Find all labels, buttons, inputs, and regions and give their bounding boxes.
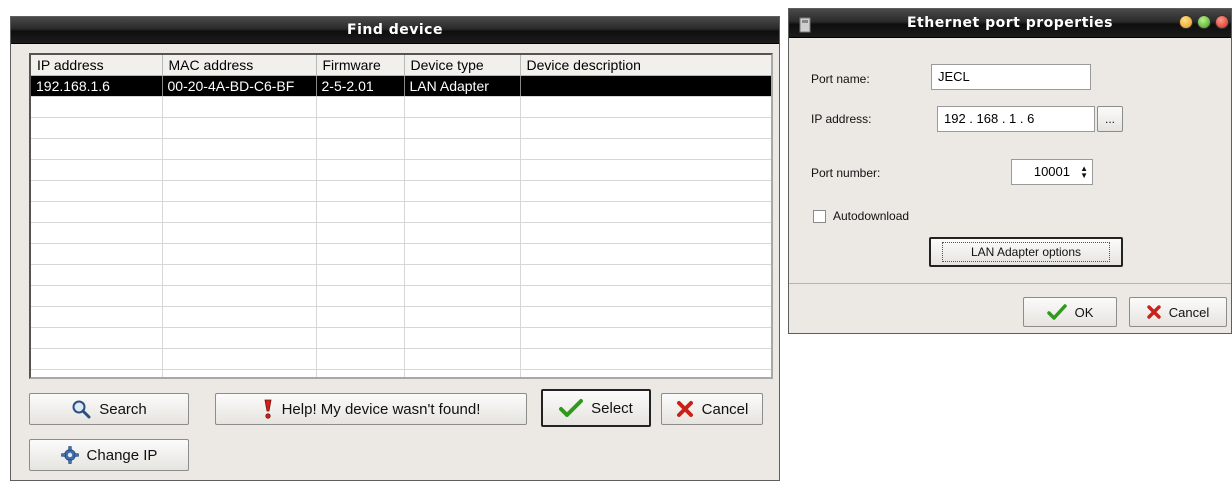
green-check-icon [559,398,584,418]
port-number-spinner[interactable]: 10001 ▲ ▼ [1011,159,1093,185]
empty-row [31,222,771,244]
exclamation-icon [262,398,274,420]
gear-icon [60,446,79,464]
empty-row [31,264,771,286]
magnifier-icon [71,399,91,419]
lan-adapter-options-label: LAN Adapter options [941,242,1111,262]
lan-adapter-options-button[interactable]: LAN Adapter options [929,237,1123,267]
column-header-firmware[interactable]: Firmware [316,55,405,76]
empty-row [31,159,771,181]
red-x-icon [676,400,694,418]
spinner-arrows-icon[interactable]: ▲ ▼ [1080,165,1088,180]
cancel-label: Cancel [701,400,749,418]
find-device-titlebar[interactable]: Find device [11,17,779,44]
divider [789,283,1231,284]
ethernet-port-properties-window: Ethernet port properties Port name: JECL… [788,8,1232,334]
empty-row [31,243,771,265]
ok-button[interactable]: OK [1023,297,1117,327]
port-name-input[interactable]: JECL [931,64,1091,90]
empty-row [31,96,771,118]
table-header-row: IP address MAC address Firmware Device t… [31,55,771,76]
empty-row [31,306,771,328]
close-icon[interactable] [1215,15,1229,29]
ethernet-titlebar[interactable]: Ethernet port properties [789,9,1231,38]
cell-device-type: LAN Adapter [404,75,521,97]
device-list[interactable]: IP address MAC address Firmware Device t… [29,53,773,379]
cell-ip: 192.168.1.6 [31,75,163,97]
window-title: Find device [347,22,443,38]
maximize-icon[interactable] [1197,15,1211,29]
empty-row [31,348,771,370]
ip-address-input[interactable]: 192 . 168 . 1 . 6 [937,106,1095,132]
ip-browse-button[interactable]: ... [1097,106,1123,132]
change-ip-button[interactable]: Change IP [29,439,189,471]
column-header-mac[interactable]: MAC address [162,55,317,76]
autodownload-checkbox[interactable] [813,210,826,223]
device-table: IP address MAC address Firmware Device t… [31,55,771,377]
window-controls [1179,15,1229,29]
autodownload-label: Autodownload [833,209,910,223]
cancel-button[interactable]: Cancel [1129,297,1227,327]
window-title: Ethernet port properties [906,15,1114,31]
minimize-icon[interactable] [1179,15,1193,29]
search-button[interactable]: Search [29,393,189,425]
empty-row [31,180,771,202]
help-label: Help! My device wasn't found! [281,400,481,418]
green-check-icon [1046,304,1067,320]
empty-row [31,201,771,223]
search-label: Search [99,400,147,418]
port-name-label: Port name: [811,72,870,86]
table-row[interactable]: 192.168.1.6 00-20-4A-BD-C6-BF 2-5-2.01 L… [31,75,771,97]
empty-row [31,117,771,139]
column-header-ip[interactable]: IP address [31,55,163,76]
port-number-label: Port number: [811,166,881,180]
cell-mac: 00-20-4A-BD-C6-BF [162,75,317,97]
cell-description [520,75,771,97]
port-number-value: 10001 [1033,164,1070,179]
empty-row [31,138,771,160]
select-button[interactable]: Select [541,389,651,427]
cancel-button[interactable]: Cancel [661,393,763,425]
cancel-label: Cancel [1168,304,1210,320]
ip-address-label: IP address: [811,112,872,126]
empty-row [31,285,771,307]
red-x-icon [1147,305,1161,319]
ok-label: OK [1074,304,1094,320]
find-device-window: Find device IP address MAC address Firmw… [10,16,780,481]
cell-firmware: 2-5-2.01 [316,75,405,97]
help-button[interactable]: Help! My device wasn't found! [215,393,527,425]
app-icon [799,15,811,43]
select-label: Select [591,399,633,417]
change-ip-label: Change IP [86,446,158,464]
empty-row [31,369,771,377]
column-header-description[interactable]: Device description [520,55,771,76]
empty-row [31,327,771,349]
column-header-device-type[interactable]: Device type [404,55,521,76]
